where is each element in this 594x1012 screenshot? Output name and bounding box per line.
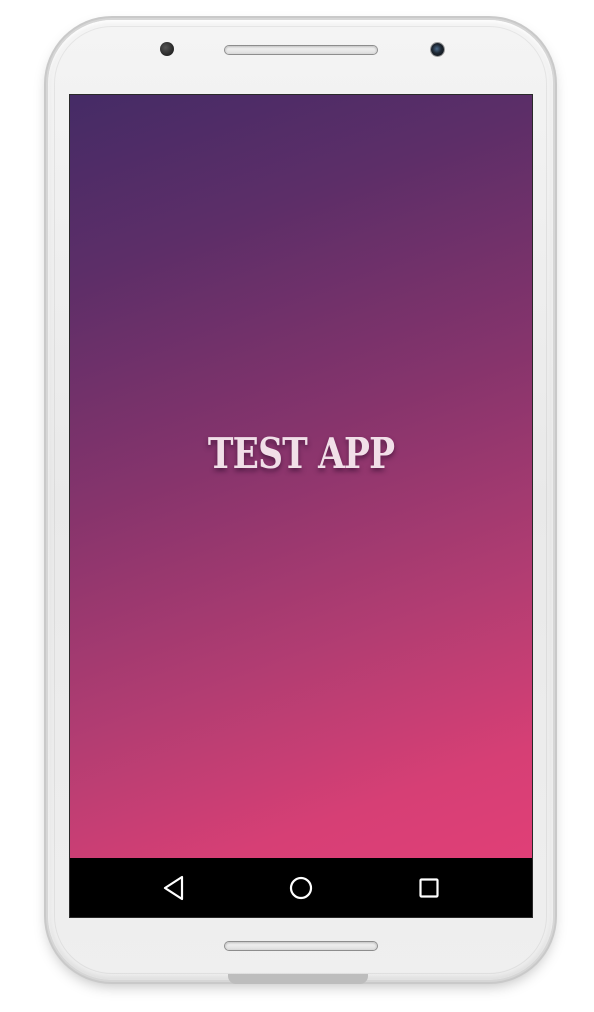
earpiece-speaker <box>225 46 377 54</box>
phone-bottom-edge <box>228 974 368 984</box>
splash-screen: TEST APP <box>70 95 532 858</box>
back-button[interactable] <box>160 874 188 902</box>
bottom-speaker <box>225 942 377 950</box>
phone-screen: TEST APP <box>70 95 532 917</box>
home-button[interactable] <box>287 874 315 902</box>
triangle-back-icon <box>163 875 184 901</box>
navigation-bar <box>70 858 532 917</box>
square-recents-icon <box>419 878 439 898</box>
proximity-sensor-icon <box>160 42 174 56</box>
recents-button[interactable] <box>415 874 443 902</box>
front-camera-icon <box>431 43 444 56</box>
app-title: TEST APP <box>207 429 395 478</box>
device-mockup: TEST APP <box>0 0 594 1012</box>
circle-home-icon <box>289 876 313 900</box>
